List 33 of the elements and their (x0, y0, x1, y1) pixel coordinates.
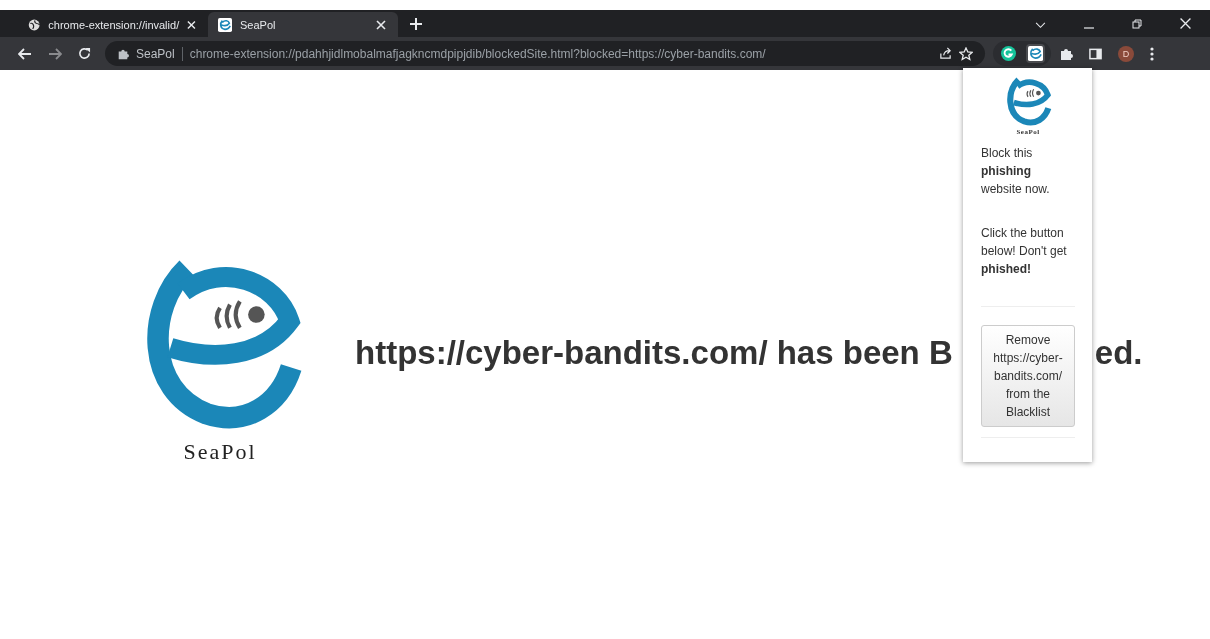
tab-title: chrome-extension://invalid/ (48, 18, 180, 31)
close-icon[interactable] (187, 19, 196, 30)
puzzle-icon[interactable] (1059, 46, 1073, 61)
browser-tab[interactable]: SeaPol (208, 12, 398, 37)
logo-text: SeaPol (183, 439, 257, 465)
close-icon[interactable] (1180, 18, 1191, 29)
browser-tab[interactable]: chrome-extension://invalid/ (18, 12, 208, 37)
menu-icon[interactable] (1150, 46, 1154, 61)
blocked-message: ed. (1094, 334, 1143, 372)
url-text: chrome-extension://pdahhjidlmobalmafjagkncmdpipjdib/blockedSite.html?blocked=https://cyber-bandits.com/ (189, 46, 766, 61)
forward-arrow-icon[interactable] (48, 47, 62, 60)
fish-logo-icon[interactable] (1028, 46, 1043, 61)
reload-icon[interactable] (78, 47, 91, 60)
restore-icon[interactable] (1132, 19, 1142, 29)
back-arrow-icon[interactable] (18, 47, 32, 60)
share-icon[interactable] (939, 47, 952, 60)
letter-g-logo-icon[interactable] (1001, 46, 1016, 61)
site-label: SeaPol (136, 46, 183, 61)
close-icon[interactable] (376, 19, 386, 30)
remove-button[interactable]: Remove https://cyber-bandits.com/ from the Blacklist (981, 325, 1075, 427)
profile-avatar[interactable]: D (1118, 45, 1134, 62)
new-tab-icon[interactable] (410, 18, 422, 30)
popup-text: Block this phishing website now. (981, 145, 1051, 198)
tab-title: SeaPol (240, 18, 277, 31)
popup-text: Click the button below! Don't get phished! (981, 225, 1068, 278)
puzzle-icon (117, 47, 129, 60)
fish-logo-icon (218, 17, 232, 32)
blocked-message: https://cyber-bandits.com/ has been B (355, 334, 953, 372)
side-panel-icon[interactable] (1089, 47, 1102, 60)
address-bar[interactable]: SeaPol chrome-extension://pdahhjidlmobalmafjagkncmdpipjdib/blockedSite.html?blocked=https://cyber-bandits.com/ (105, 41, 985, 66)
chevron-down-icon[interactable] (1035, 22, 1046, 29)
globe-icon (28, 17, 41, 32)
star-icon[interactable] (959, 46, 973, 61)
